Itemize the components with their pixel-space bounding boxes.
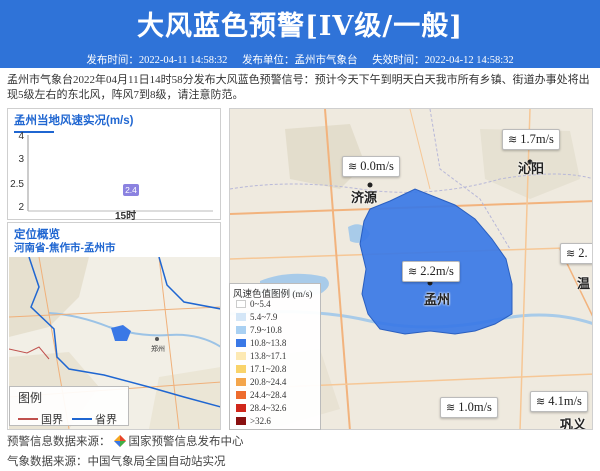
- data-point-label: 2.4: [125, 185, 137, 195]
- wind-icon: ≋: [408, 265, 418, 278]
- wind-legend-row: 5.4~7.9: [236, 311, 277, 322]
- wind-tag-gongyi[interactable]: ≋ 4.1m/s: [530, 391, 588, 412]
- legend-label: 省界: [95, 414, 117, 426]
- wind-legend-row: 28.4~32.6: [236, 402, 286, 413]
- wind-tag-south[interactable]: ≋ 1.0m/s: [440, 397, 498, 418]
- warning-source-name: 国家预警信息发布中心: [128, 436, 244, 448]
- wind-tag-wen[interactable]: ≋ 2.: [560, 243, 592, 264]
- wind-value: 1.0m/s: [458, 400, 492, 414]
- warning-content: 孟州市气象台2022年04月11日14时58分发布大风蓝色预警信号：预计今天下午…: [7, 74, 590, 101]
- legend-province-border: 省界: [72, 411, 117, 427]
- wind-speed-panel: 孟州当地风速实况(m/s) 4 3 2.5 2 2.4 15时: [7, 108, 221, 222]
- city-wen: 温: [577, 277, 591, 292]
- x-axis-label: 15时: [115, 211, 137, 222]
- wind-speed-title: 孟州当地风速实况(m/s): [14, 115, 134, 127]
- weather-source-text: 气象数据来源：中国气象局全国自动站实况: [7, 456, 226, 468]
- warning-header: 大风蓝色预警[IV级/一般] 发布时间：2022-04-11 14:58:32 …: [0, 0, 600, 68]
- wind-speed-chart: 4 3 2.5 2 2.4: [10, 131, 213, 213]
- wind-tag-qinyang[interactable]: ≋ 1.7m/s: [502, 129, 560, 150]
- wind-legend-row: 10.8~13.8: [236, 337, 286, 348]
- wind-icon: ≋: [536, 395, 546, 408]
- region-path: 河南省-焦作市-孟州市: [14, 242, 116, 254]
- wind-legend-row: 24.4~28.4: [236, 389, 286, 400]
- publish-time: 发布时间：2022-04-11 14:58:32: [86, 55, 228, 66]
- wind-tag-jiyuan[interactable]: ≋ 0.0m/s: [342, 156, 400, 177]
- wind-tag-mengzhou[interactable]: ≋ 2.2m/s: [402, 261, 460, 282]
- city-jiyuan: 济源: [351, 191, 378, 206]
- city-qinyang: 沁阳: [518, 162, 545, 177]
- warning-meta: 发布时间：2022-04-11 14:58:32 发布单位：孟州市气象台 失效时…: [0, 52, 600, 67]
- wind-legend-row: 20.8~24.4: [236, 376, 286, 387]
- publisher: 发布单位：孟州市气象台: [242, 55, 358, 66]
- national-border-swatch: [18, 418, 38, 420]
- wind-value: 4.1m/s: [548, 394, 582, 408]
- map-legend-title: 图例: [18, 391, 43, 405]
- wind-color-legend: 风速色值图例 (m/s) 0~5.4 5.4~7.9 7.9~10.8 10.8…: [229, 283, 321, 430]
- expire-time: 失效时间：2022-04-12 14:58:32: [372, 55, 514, 66]
- wind-legend-row: 0~5.4: [236, 298, 271, 309]
- map-legend: 图例 国界 省界: [9, 386, 129, 426]
- province-border-swatch: [72, 418, 92, 420]
- city-mengzhou: 孟州: [424, 293, 451, 308]
- wind-icon: ≋: [508, 133, 518, 146]
- y-tick: 2: [18, 202, 24, 213]
- city-gongyi: 巩义: [560, 418, 587, 430]
- warning-title: 大风蓝色预警[IV级/一般]: [137, 11, 463, 42]
- wind-legend-row: >32.6: [236, 415, 271, 426]
- wind-legend-row: 13.8~17.1: [236, 350, 286, 361]
- mini-city-label: 郑州: [151, 345, 165, 353]
- warning-source: 预警信息数据来源： 国家预警信息发布中心: [7, 433, 244, 449]
- wind-value: 2.2m/s: [420, 264, 454, 278]
- warning-center-logo-icon: [113, 435, 126, 447]
- warning-source-label: 预警信息数据来源：: [7, 436, 111, 448]
- wind-value: 2.: [578, 246, 588, 260]
- y-tick: 4: [18, 131, 24, 142]
- wind-icon: ≋: [446, 401, 456, 414]
- y-tick: 3: [18, 154, 24, 165]
- wind-icon: ≋: [348, 160, 358, 173]
- legend-label: 国界: [41, 414, 63, 426]
- wind-value: 0.0m/s: [360, 159, 394, 173]
- weather-source: 气象数据来源：中国气象局全国自动站实况: [7, 453, 226, 469]
- y-tick: 2.5: [10, 179, 24, 190]
- wind-icon: ≋: [566, 247, 576, 260]
- wind-legend-row: 17.1~20.8: [236, 363, 286, 374]
- wind-value: 1.7m/s: [520, 132, 554, 146]
- wind-legend-row: 7.9~10.8: [236, 324, 282, 335]
- legend-national-border: 国界: [18, 411, 63, 427]
